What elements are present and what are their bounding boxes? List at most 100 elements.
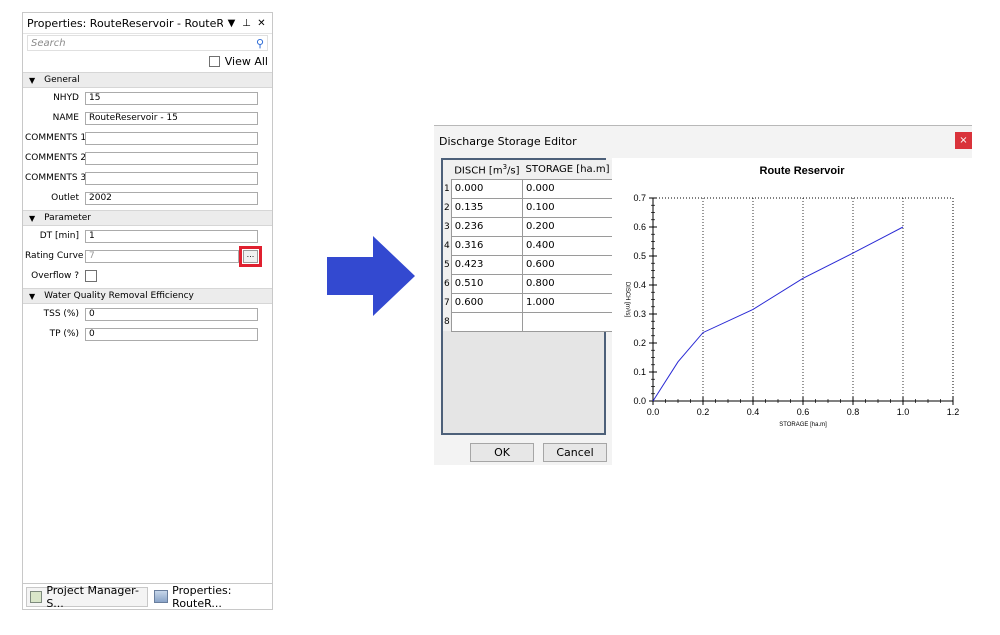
disch-cell[interactable]: 0.316	[450, 235, 524, 256]
overflow-checkbox[interactable]	[85, 270, 97, 282]
col-disch-tail: /s]	[507, 164, 520, 176]
row-dt: DT [min] 1	[23, 226, 272, 246]
discharge-storage-editor-dialog: Discharge Storage Editor × DISCH [m3/s] …	[434, 125, 972, 466]
grid-body: 1 0.000 0.000 2 0.135 0.100 3 0.236 0.200 4 0.316 0…	[443, 178, 613, 332]
search-input[interactable]: Search ⚲	[27, 35, 268, 51]
col-disch-header[interactable]: DISCH [m3/s]	[451, 160, 523, 179]
col-storage-header[interactable]: STORAGE [ha.m]	[522, 160, 613, 179]
overflow-label: Overflow ?	[31, 271, 79, 281]
properties-panel: Properties: RouteReservoir - RouteReserv…	[22, 12, 273, 610]
disch-cell[interactable]: 0.600	[450, 292, 524, 313]
disch-cell[interactable]: 0.236	[450, 216, 524, 237]
section-wq-label: Water Quality Removal Efficiency	[44, 291, 194, 301]
tss-field[interactable]: 0	[85, 307, 258, 321]
search-placeholder: Search	[31, 37, 66, 49]
y-tick-label: 0.4	[633, 280, 646, 290]
x-tick-label: 0.0	[647, 407, 660, 417]
row-overflow: Overflow ?	[23, 266, 272, 286]
table-row[interactable]: 6 0.510 0.800	[443, 273, 613, 294]
collapse-icon[interactable]: ▼	[29, 214, 35, 223]
tp-label: TP (%)	[49, 329, 79, 339]
row-comments-2: COMMENTS 2	[23, 148, 272, 168]
y-tick-label: 0.1	[633, 367, 646, 377]
table-row[interactable]: 8	[443, 311, 613, 332]
row-number: 2	[443, 198, 452, 217]
section-water-quality[interactable]: ▼ Water Quality Removal Efficiency	[23, 288, 272, 304]
tab-project-label: Project Manager- S...	[46, 583, 139, 610]
comments3-field[interactable]	[85, 171, 258, 185]
storage-cell[interactable]: 0.200	[522, 216, 613, 237]
storage-cell[interactable]: 1.000	[522, 292, 613, 313]
table-row[interactable]: 3 0.236 0.200	[443, 216, 613, 237]
outlet-label: Outlet	[51, 193, 79, 203]
collapse-icon[interactable]: ▼	[29, 292, 35, 301]
comments2-field[interactable]	[85, 151, 258, 165]
storage-cell[interactable]: 0.000	[522, 178, 613, 199]
properties-icon	[154, 590, 169, 603]
comments3-label: COMMENTS 3	[25, 173, 87, 183]
dropdown-icon[interactable]: ▼	[225, 18, 238, 29]
table-row[interactable]: 4 0.316 0.400	[443, 235, 613, 256]
pin-icon[interactable]: ⊥	[240, 18, 253, 29]
view-all-toggle[interactable]: View All	[23, 52, 272, 70]
y-tick-label: 0.5	[633, 251, 646, 261]
row-name: NAME RouteReservoir - 15	[23, 108, 272, 128]
tab-project-manager[interactable]: Project Manager- S...	[26, 583, 149, 610]
search-icon[interactable]: ⚲	[256, 37, 264, 50]
table-row[interactable]: 5 0.423 0.600	[443, 254, 613, 275]
nhyd-field[interactable]: 15	[85, 91, 258, 105]
close-icon[interactable]: ×	[955, 132, 972, 149]
storage-cell[interactable]	[522, 311, 613, 332]
disch-cell[interactable]: 0.135	[450, 197, 524, 218]
x-tick-label: 0.8	[847, 407, 860, 417]
outlet-field[interactable]: 2002	[85, 191, 258, 205]
tab-properties[interactable]: Properties: RouteR...	[151, 583, 272, 610]
dt-field[interactable]: 1	[85, 229, 258, 243]
discharge-storage-grid: DISCH [m3/s] STORAGE [ha.m] 1 0.000 0.000 2…	[441, 158, 613, 435]
name-field[interactable]: RouteReservoir - 15	[85, 111, 258, 125]
row-number: 6	[443, 274, 452, 293]
disch-cell[interactable]: 0.000	[450, 178, 524, 199]
storage-cell[interactable]: 0.600	[522, 254, 613, 275]
table-row[interactable]: 2 0.135 0.100	[443, 197, 613, 218]
x-tick-label: 1.0	[897, 407, 910, 417]
row-number: 8	[443, 312, 452, 331]
comments1-field[interactable]	[85, 131, 258, 145]
row-comments-1: COMMENTS 1	[23, 128, 272, 148]
rating-curve-field[interactable]: 7	[85, 249, 239, 263]
section-parameter[interactable]: ▼ Parameter	[23, 210, 272, 226]
section-general[interactable]: ▼ General	[23, 72, 272, 88]
table-row[interactable]: 1 0.000 0.000	[443, 178, 613, 199]
row-nhyd: NHYD 15	[23, 88, 272, 108]
storage-cell[interactable]: 0.800	[522, 273, 613, 294]
row-tp: TP (%) 0	[23, 324, 272, 344]
y-tick-label: 0.3	[633, 309, 646, 319]
disch-cell[interactable]: 0.423	[450, 254, 524, 275]
row-number: 7	[443, 293, 452, 312]
nhyd-label: NHYD	[53, 93, 79, 103]
close-icon[interactable]: ✕	[255, 18, 268, 29]
right-arrow-icon	[327, 236, 415, 316]
row-number: 4	[443, 236, 452, 255]
view-all-label: View All	[224, 54, 268, 68]
row-number: 5	[443, 255, 452, 274]
collapse-icon[interactable]: ▼	[29, 76, 35, 85]
row-comments-3: COMMENTS 3	[23, 168, 272, 188]
table-row[interactable]: 7 0.600 1.000	[443, 292, 613, 313]
view-all-checkbox[interactable]	[208, 55, 220, 67]
comments1-label: COMMENTS 1	[25, 133, 87, 143]
disch-cell[interactable]	[450, 311, 524, 332]
panel-titlebar: Properties: RouteReservoir - RouteReserv…	[23, 13, 272, 34]
storage-cell[interactable]: 0.100	[522, 197, 613, 218]
disch-cell[interactable]: 0.510	[450, 273, 524, 294]
rating-curve-label: Rating Curve	[25, 251, 84, 261]
y-tick-label: 0.6	[633, 222, 646, 232]
storage-cell[interactable]: 0.400	[522, 235, 613, 256]
series-line	[652, 226, 904, 402]
tp-field[interactable]: 0	[85, 327, 258, 341]
route-reservoir-chart: Route Reservoir 0.0 0.2 0.4 0.6 0.8 1.0 1.2 0.0 0…	[612, 158, 972, 466]
cancel-button[interactable]: Cancel	[543, 443, 607, 462]
rating-curve-edit-button[interactable]: ...	[239, 245, 262, 267]
ok-button[interactable]: OK	[470, 443, 534, 462]
tab-properties-label: Properties: RouteR...	[172, 583, 232, 610]
